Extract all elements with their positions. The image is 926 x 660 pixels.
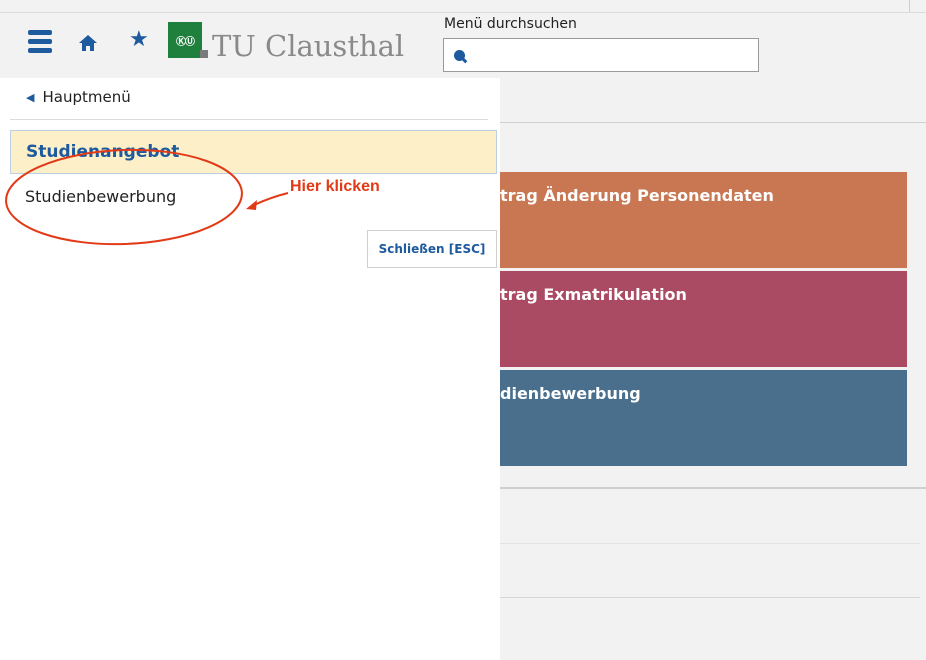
annotation-arrowhead [246,200,257,210]
annotation-overlay [5,148,289,246]
annotation-ellipse [5,148,243,246]
annotation-text: Hier klicken [290,178,380,195]
